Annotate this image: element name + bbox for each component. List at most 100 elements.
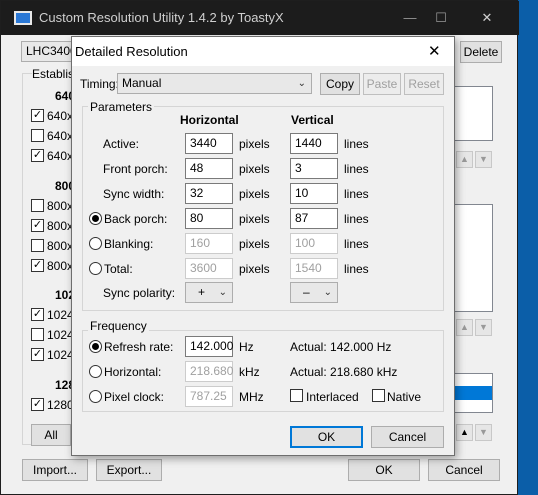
horizontal-freq-radio[interactable]: [89, 365, 102, 378]
dialog-cancel-button[interactable]: Cancel: [371, 426, 444, 448]
horizontal-value-input[interactable]: 160: [185, 233, 233, 254]
resolution-label: 640x: [47, 149, 74, 163]
timing-select-value: Manual: [122, 76, 162, 90]
pixel-clock-label: Pixel clock:: [104, 390, 165, 404]
resolution-checkbox[interactable]: [31, 199, 44, 212]
import-button[interactable]: Import...: [22, 459, 88, 481]
native-checkbox[interactable]: [372, 389, 385, 402]
vertical-value-input[interactable]: 100: [290, 233, 338, 254]
parameter-label: Total:: [104, 262, 133, 276]
refresh-rate-input[interactable]: 142.000: [185, 336, 233, 357]
dialog-title: Detailed Resolution: [75, 44, 188, 59]
resolution-checkbox[interactable]: ✓: [31, 308, 44, 321]
vertical-value-input[interactable]: 1540: [290, 258, 338, 279]
vertical-value-input[interactable]: 1440: [290, 133, 338, 154]
timing-label: Timing:: [80, 77, 119, 91]
standard-resolutions-list[interactable]: [453, 204, 493, 312]
horizontal-value-input[interactable]: 48: [185, 158, 233, 179]
resolution-checkbox[interactable]: ✓: [31, 219, 44, 232]
reset-button[interactable]: Reset: [404, 73, 444, 95]
resolution-label: 1280: [47, 398, 74, 412]
horizontal-freq-actual: Actual: 218.680 kHz: [290, 365, 398, 379]
horizontal-value-input[interactable]: 3440: [185, 133, 233, 154]
chevron-down-icon: ⌄: [323, 287, 332, 298]
vertical-unit: lines: [344, 262, 369, 276]
parameter-label: Sync width:: [103, 187, 165, 201]
minimize-button[interactable]: —: [395, 6, 425, 30]
parameter-radio[interactable]: [89, 237, 102, 250]
horizontal-polarity-value: +: [198, 285, 206, 299]
timing-select[interactable]: Manual ⌄: [117, 73, 312, 94]
move-down-button-3[interactable]: ▼: [475, 424, 492, 441]
resolution-checkbox[interactable]: ✓: [31, 149, 44, 162]
export-button[interactable]: Export...: [96, 459, 162, 481]
paste-button[interactable]: Paste: [363, 73, 401, 95]
ok-button[interactable]: OK: [348, 459, 420, 481]
main-window-title: Custom Resolution Utility 1.4.2 by Toast…: [39, 10, 284, 25]
parameter-label: Back porch:: [104, 212, 168, 226]
move-up-button[interactable]: ▲: [456, 151, 473, 168]
parameter-radio[interactable]: [89, 212, 102, 225]
horizontal-value-input[interactable]: 32: [185, 183, 233, 204]
horizontal-value-input[interactable]: 80: [185, 208, 233, 229]
parameter-radio[interactable]: [89, 262, 102, 275]
chevron-down-icon: ⌄: [218, 287, 227, 298]
maximize-button[interactable]: ☐: [426, 6, 456, 30]
pixel-clock-unit: MHz: [239, 390, 264, 404]
refresh-rate-radio[interactable]: [89, 340, 102, 353]
vertical-unit: lines: [344, 212, 369, 226]
horizontal-freq-unit: kHz: [239, 365, 260, 379]
resolution-label: 800x: [47, 259, 74, 273]
refresh-rate-unit: Hz: [239, 340, 254, 354]
pixel-clock-input[interactable]: 787.25: [185, 386, 233, 407]
horizontal-freq-input[interactable]: 218.680: [185, 361, 233, 382]
resolution-label: 800x: [47, 219, 74, 233]
resolution-checkbox[interactable]: ✓: [31, 259, 44, 272]
move-up-button-2[interactable]: ▲: [456, 319, 473, 336]
move-down-button-2[interactable]: ▼: [475, 319, 492, 336]
parameter-label: Blanking:: [104, 237, 154, 251]
refresh-rate-actual: Actual: 142.000 Hz: [290, 340, 392, 354]
dialog-ok-button[interactable]: OK: [290, 426, 363, 448]
pixel-clock-radio[interactable]: [89, 390, 102, 403]
selected-list-item[interactable]: [454, 386, 492, 400]
frequency-label: Frequency: [88, 319, 149, 333]
resolution-label: 640x: [47, 109, 74, 123]
resolution-checkbox[interactable]: [31, 129, 44, 142]
delete-button[interactable]: Delete: [460, 41, 502, 63]
horizontal-unit: pixels: [239, 187, 270, 201]
extension-blocks-list[interactable]: [453, 373, 493, 413]
move-up-button-3[interactable]: ▲: [456, 424, 473, 441]
detailed-resolution-dialog: Detailed Resolution ✕ Timing: Manual ⌄ C…: [71, 36, 455, 456]
horizontal-freq-label: Horizontal:: [104, 365, 162, 379]
resolution-checkbox[interactable]: [31, 239, 44, 252]
vertical-unit: lines: [344, 187, 369, 201]
vertical-polarity-select[interactable]: – ⌄: [290, 282, 338, 303]
resolution-label: 640x: [47, 129, 74, 143]
horizontal-polarity-select[interactable]: + ⌄: [185, 282, 233, 303]
all-button[interactable]: All: [31, 424, 71, 446]
resolution-checkbox[interactable]: ✓: [31, 348, 44, 361]
resolution-checkbox[interactable]: [31, 328, 44, 341]
vertical-value-input[interactable]: 3: [290, 158, 338, 179]
horizontal-unit: pixels: [239, 137, 270, 151]
vertical-value-input[interactable]: 87: [290, 208, 338, 229]
vertical-value-input[interactable]: 10: [290, 183, 338, 204]
dialog-close-icon[interactable]: ✕: [428, 42, 441, 60]
copy-button[interactable]: Copy: [320, 73, 360, 95]
resolution-label: 1024: [47, 348, 74, 362]
horizontal-unit: pixels: [239, 262, 270, 276]
horizontal-unit: pixels: [239, 162, 270, 176]
resolution-checkbox[interactable]: ✓: [31, 109, 44, 122]
resolution-checkbox[interactable]: ✓: [31, 398, 44, 411]
monitor-icon: [14, 11, 32, 25]
move-down-button[interactable]: ▼: [475, 151, 492, 168]
interlaced-checkbox[interactable]: [290, 389, 303, 402]
cancel-button[interactable]: Cancel: [428, 459, 500, 481]
detailed-resolutions-list[interactable]: [453, 86, 493, 141]
horizontal-value-input[interactable]: 3600: [185, 258, 233, 279]
close-button[interactable]: ✕: [472, 6, 502, 30]
vertical-unit: lines: [344, 162, 369, 176]
horizontal-header: Horizontal: [180, 113, 239, 127]
resolution-label: 1024: [47, 308, 74, 322]
